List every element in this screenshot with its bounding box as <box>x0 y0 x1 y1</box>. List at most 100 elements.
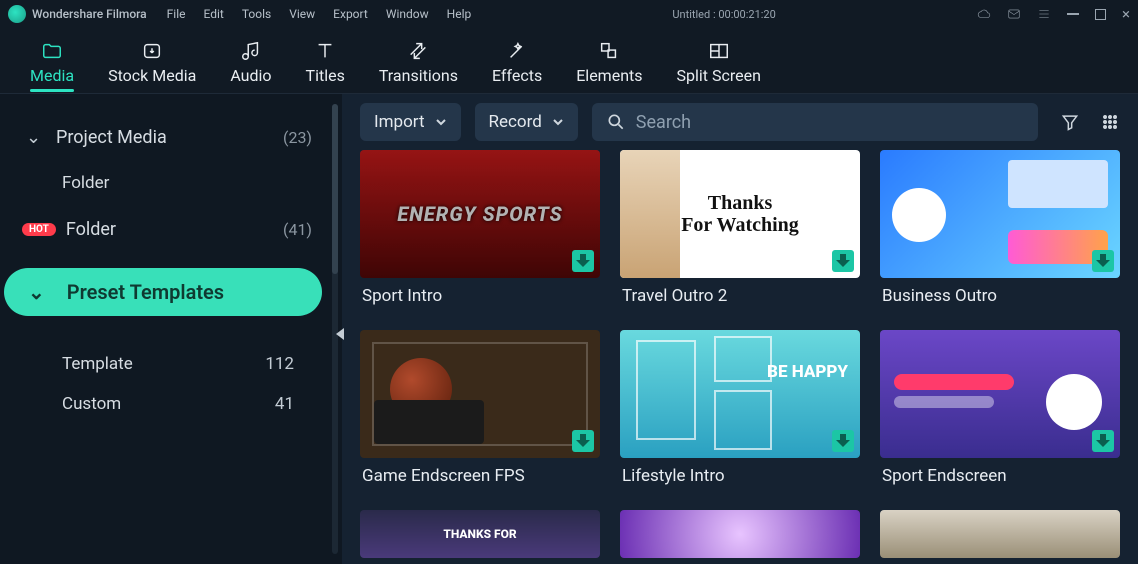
import-dropdown[interactable]: Import <box>360 103 461 141</box>
transitions-icon <box>407 40 429 62</box>
sidebar-item-label: Custom <box>62 394 275 414</box>
menu-help[interactable]: Help <box>447 7 472 21</box>
sidebar-item-count: (41) <box>283 220 312 239</box>
sidebar-item-preset-templates[interactable]: ⌄ Preset Templates <box>4 268 322 316</box>
tab-elements[interactable]: Elements <box>576 40 642 91</box>
sidebar-item-project-media[interactable]: ⌄ Project Media (23) <box>0 114 342 160</box>
template-card[interactable]: Game Endscreen FPS <box>360 330 600 502</box>
template-grid: ENERGY SPORTS Sport Intro Thanks For Wat… <box>342 150 1138 564</box>
app-brand: Wondershare Filmora <box>32 7 147 21</box>
template-card[interactable]: Business Outro <box>880 150 1120 322</box>
search-input[interactable]: Search <box>592 103 1038 141</box>
template-thumbnail: BE HAPPY <box>620 330 860 458</box>
tab-media-label: Media <box>30 66 74 85</box>
tab-split-screen-label: Split Screen <box>677 66 761 85</box>
download-icon[interactable] <box>1092 430 1114 452</box>
template-title: Business Outro <box>882 286 1120 306</box>
template-title: Game Endscreen FPS <box>362 466 600 486</box>
window-close-icon[interactable]: × <box>1122 7 1130 22</box>
download-icon[interactable] <box>832 250 854 272</box>
content-area: Import Record Search ENERGY SPORT <box>342 94 1138 564</box>
search-icon <box>606 112 626 132</box>
download-icon[interactable] <box>572 250 594 272</box>
tab-effects[interactable]: Effects <box>492 40 542 91</box>
template-card[interactable]: BE HAPPY Lifestyle Intro <box>620 330 860 502</box>
search-placeholder: Search <box>636 112 691 133</box>
collapse-sidebar-icon[interactable] <box>336 328 344 340</box>
sidebar-item-count: (23) <box>283 128 312 147</box>
tab-audio-label: Audio <box>230 66 271 85</box>
download-icon[interactable] <box>572 430 594 452</box>
app-logo-icon <box>8 5 26 23</box>
template-title: Lifestyle Intro <box>622 466 860 486</box>
tab-elements-label: Elements <box>576 66 642 85</box>
template-title: Sport Endscreen <box>882 466 1120 486</box>
grid-view-icon[interactable] <box>1100 112 1120 132</box>
primary-tabs: Media Stock Media Audio Titles Transitio… <box>0 28 1138 94</box>
tab-titles[interactable]: Titles <box>306 40 345 91</box>
template-thumbnail <box>880 150 1120 278</box>
menu-export[interactable]: Export <box>333 7 368 21</box>
sidebar-item-folder[interactable]: Folder <box>0 160 342 206</box>
record-dropdown[interactable]: Record <box>475 103 578 141</box>
template-thumbnail: Thanks For Watching <box>620 150 860 278</box>
menu-tools[interactable]: Tools <box>242 7 271 21</box>
window-minimize-icon[interactable] <box>1067 13 1079 15</box>
tab-split-screen[interactable]: Split Screen <box>677 40 761 91</box>
thumbnail-overlay-text: Thanks For Watching <box>681 192 799 236</box>
sidebar-item-label: Project Media <box>56 127 283 148</box>
chevron-down-icon <box>552 116 564 128</box>
record-label: Record <box>489 112 542 132</box>
template-card[interactable] <box>620 510 860 558</box>
import-label: Import <box>374 112 425 132</box>
list-icon[interactable] <box>1037 7 1051 21</box>
tab-stock-media-label: Stock Media <box>108 66 196 85</box>
magic-wand-icon <box>506 40 528 62</box>
sidebar-item-custom[interactable]: Custom 41 <box>0 384 342 424</box>
template-thumbnail <box>880 510 1120 558</box>
menu-file[interactable]: File <box>167 7 186 21</box>
chevron-down-icon: ⌄ <box>28 280 45 304</box>
template-title: Sport Intro <box>362 286 600 306</box>
template-thumbnail: THANKS FOR <box>360 510 600 558</box>
template-card[interactable]: Sport Endscreen <box>880 330 1120 502</box>
menu-view[interactable]: View <box>289 7 315 21</box>
download-icon[interactable] <box>1092 250 1114 272</box>
filter-icon[interactable] <box>1060 112 1080 132</box>
template-card[interactable] <box>880 510 1120 558</box>
mail-icon[interactable] <box>1007 7 1021 21</box>
content-toolbar: Import Record Search <box>342 94 1138 150</box>
download-icon[interactable] <box>832 430 854 452</box>
tab-titles-label: Titles <box>306 66 345 85</box>
menu-window[interactable]: Window <box>386 7 429 21</box>
sidebar-item-label: Folder <box>66 219 283 240</box>
title-bar: Wondershare Filmora File Edit Tools View… <box>0 0 1138 28</box>
template-card[interactable]: THANKS FOR <box>360 510 600 558</box>
tab-transitions[interactable]: Transitions <box>379 40 458 91</box>
sidebar-item-count: 112 <box>265 354 294 374</box>
template-thumbnail <box>880 330 1120 458</box>
main-menu: File Edit Tools View Export Window Help <box>167 7 472 21</box>
tab-transitions-label: Transitions <box>379 66 458 85</box>
project-title: Untitled : 00:00:21:20 <box>471 8 977 21</box>
folder-icon <box>41 40 63 62</box>
tab-audio[interactable]: Audio <box>230 40 271 91</box>
cloud-icon[interactable] <box>977 7 991 21</box>
template-title: Travel Outro 2 <box>622 286 860 306</box>
sidebar-item-template[interactable]: Template 112 <box>0 344 342 384</box>
shapes-icon <box>598 40 620 62</box>
sidebar-item-label: Folder <box>62 173 312 193</box>
sidebar-item-folder-hot[interactable]: HOT Folder (41) <box>0 206 342 252</box>
hot-badge: HOT <box>22 223 56 236</box>
tab-media[interactable]: Media <box>30 40 74 91</box>
tab-effects-label: Effects <box>492 66 542 85</box>
sidebar: ⌄ Project Media (23) Folder HOT Folder (… <box>0 94 342 564</box>
template-card[interactable]: Thanks For Watching Travel Outro 2 <box>620 150 860 322</box>
sidebar-item-label: Preset Templates <box>67 280 224 304</box>
cloud-download-icon <box>141 40 163 62</box>
tab-stock-media[interactable]: Stock Media <box>108 40 196 91</box>
template-card[interactable]: ENERGY SPORTS Sport Intro <box>360 150 600 322</box>
thumbnail-overlay-text: THANKS FOR <box>443 527 516 541</box>
window-maximize-icon[interactable] <box>1095 9 1106 20</box>
menu-edit[interactable]: Edit <box>204 7 224 21</box>
